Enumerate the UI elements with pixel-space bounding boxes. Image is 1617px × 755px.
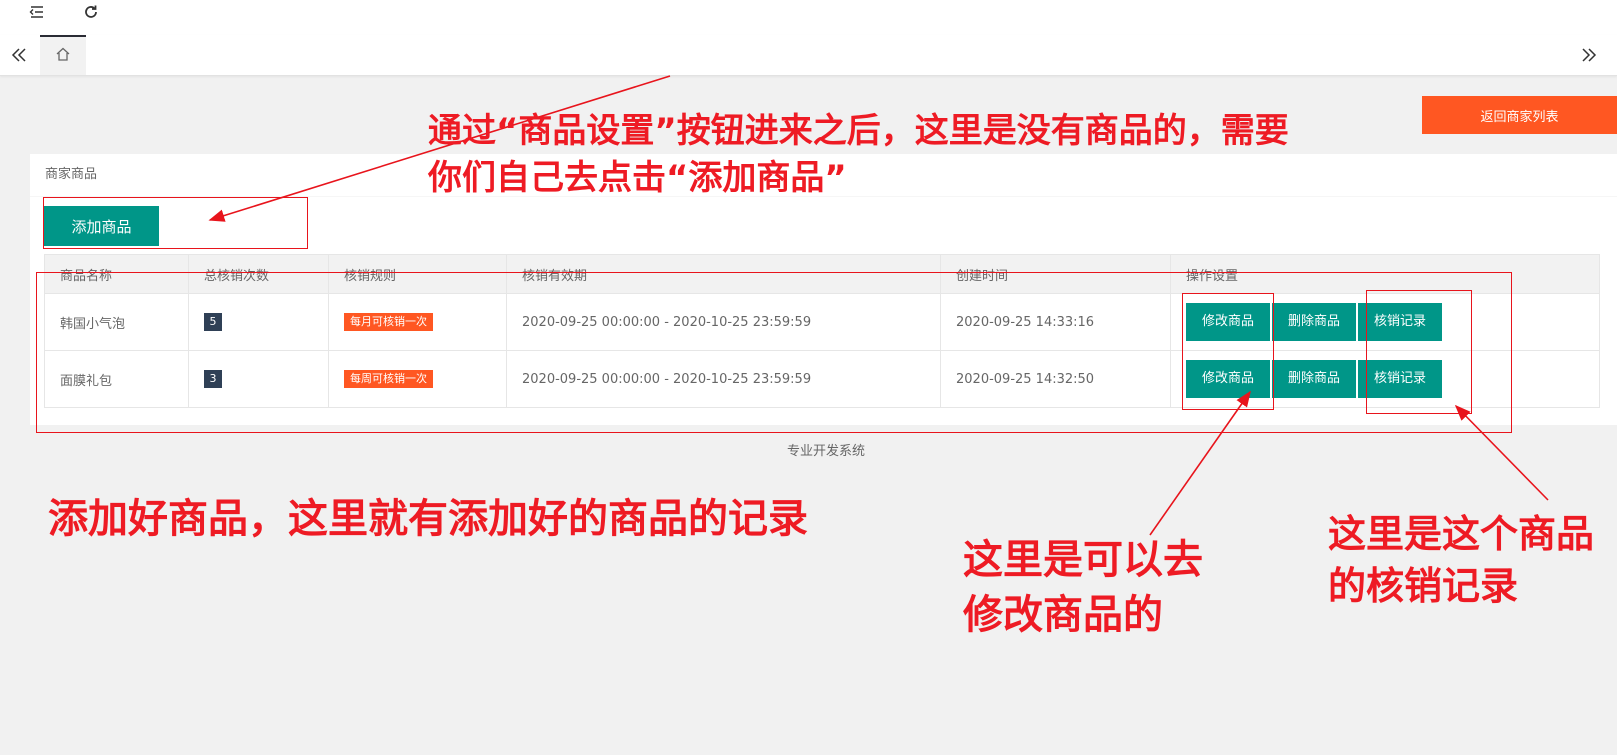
refresh-icon[interactable] [82, 3, 102, 23]
annotation-box-record [1366, 290, 1472, 414]
annotation-box-edit [1182, 293, 1274, 410]
scroll-right-icon[interactable] [1570, 35, 1608, 75]
tab-home[interactable] [40, 35, 86, 75]
annotation-text-record-1: 这里是这个商品 [1328, 512, 1595, 556]
shrink-menu-icon[interactable] [28, 3, 48, 23]
annotation-text-middle: 添加好商品，这里就有添加好的商品的记录 [48, 496, 808, 542]
annotation-box-add [43, 197, 308, 249]
home-icon [55, 46, 71, 66]
top-bar [0, 0, 1617, 36]
annotation-text-record-2: 的核销记录 [1328, 564, 1519, 608]
scroll-left-icon[interactable] [0, 35, 38, 75]
annotation-text-top-2: 你们自己去点击“添加商品” [428, 158, 847, 198]
footer-text: 专业开发系统 [786, 444, 865, 459]
annotation-box-table [36, 272, 1512, 433]
return-merchant-list-button[interactable]: 返回商家列表 [1422, 96, 1617, 134]
annotation-text-edit-1: 这里是可以去 [963, 537, 1203, 583]
annotation-text-edit-2: 修改商品的 [963, 592, 1163, 638]
tab-bar [0, 35, 1617, 76]
annotation-text-top-1: 通过“商品设置”按钮进来之后，这里是没有商品的，需要 [428, 111, 1289, 151]
